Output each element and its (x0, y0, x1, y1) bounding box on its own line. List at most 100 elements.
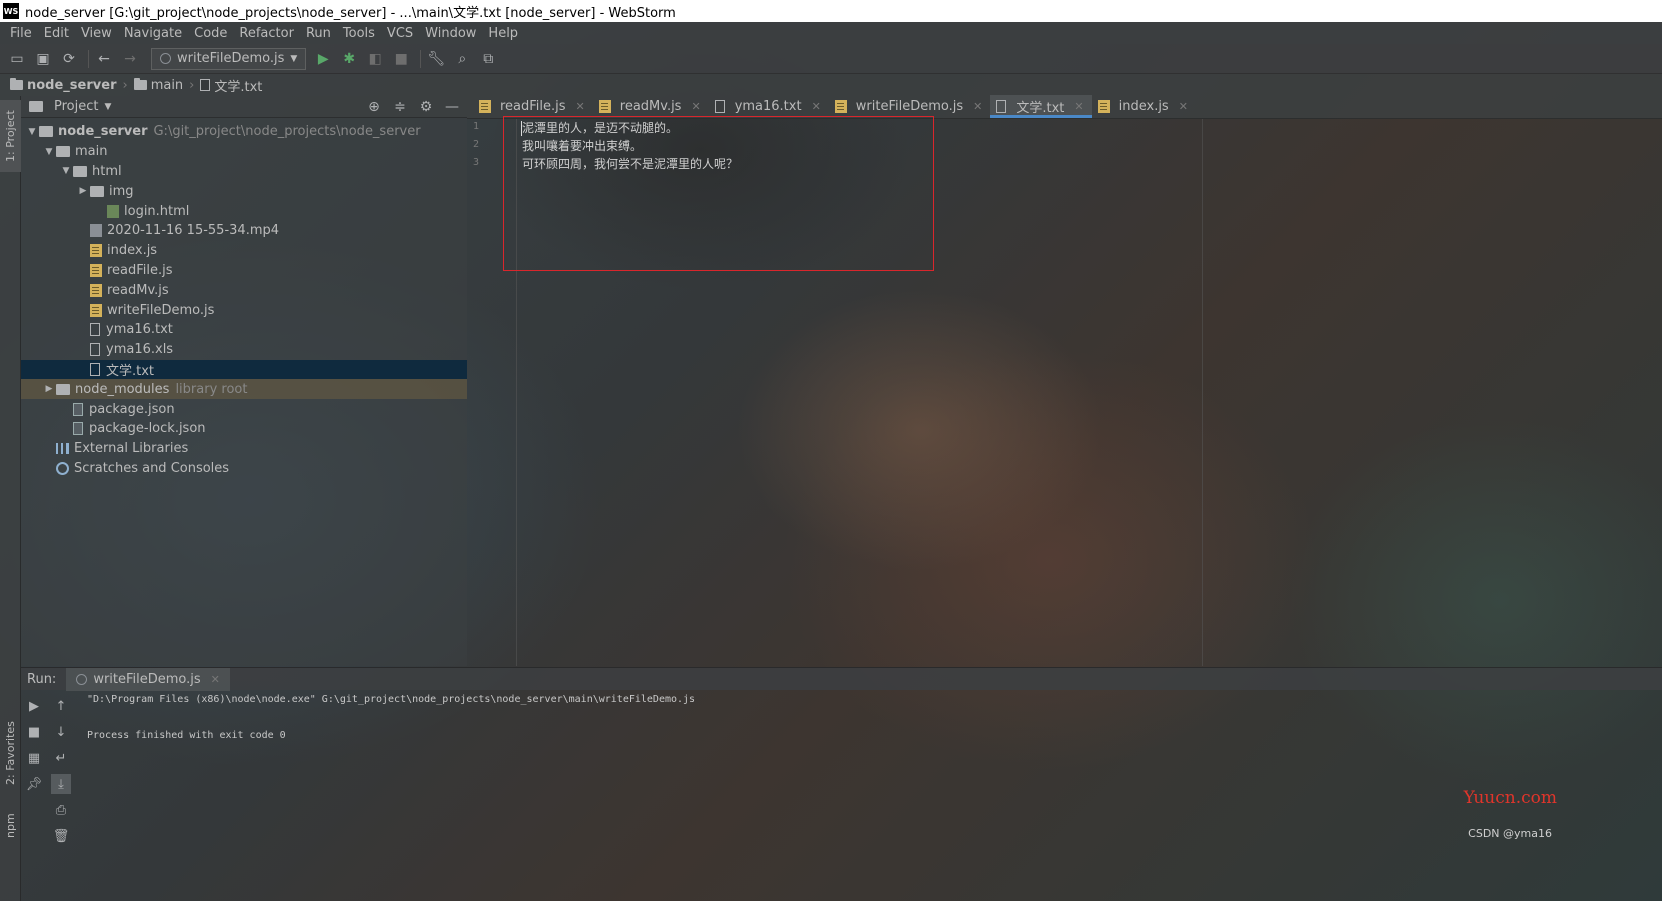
editor-tab[interactable]: yma16.txt ✕ (709, 95, 829, 118)
editor-tab-label: index.js (1118, 99, 1169, 114)
menu-refactor[interactable]: Refactor (233, 26, 300, 41)
menu-view[interactable]: View (75, 26, 118, 41)
json-file-icon (73, 402, 83, 416)
search-icon[interactable]: ⌕ (451, 48, 473, 70)
chevron-down-icon: ▼ (290, 53, 298, 64)
tree-item[interactable]: package.json (21, 399, 467, 419)
collapse-all-icon[interactable]: ≑ (391, 99, 409, 115)
locate-icon[interactable]: ⊕ (365, 99, 383, 115)
tree-item[interactable]: ▼ main (21, 142, 467, 162)
editor-tab[interactable]: 文学.txt ✕ (990, 95, 1092, 118)
run-console-output[interactable]: "D:\Program Files (x86)\node\node.exe" G… (87, 694, 1587, 894)
tool-tab-project[interactable]: 1: Project (0, 100, 21, 172)
breadcrumb-label: node_server (27, 77, 117, 93)
close-icon[interactable]: ✕ (1179, 100, 1188, 113)
menu-vcs[interactable]: VCS (381, 26, 419, 41)
stop-icon[interactable]: ■ (390, 48, 412, 70)
close-icon[interactable]: ✕ (211, 673, 220, 686)
menu-window[interactable]: Window (419, 26, 482, 41)
run-tab[interactable]: writeFileDemo.js ✕ (66, 667, 230, 691)
breadcrumb-file[interactable]: 文学.txt (200, 76, 262, 95)
tree-item-label: Scratches and Consoles (74, 460, 230, 476)
tree-item-label: writeFileDemo.js (107, 302, 215, 318)
tree-item[interactable]: login.html (21, 201, 467, 221)
tool-tab-favorites[interactable]: 2: Favorites (0, 708, 21, 798)
stop-icon[interactable]: ■ (24, 722, 44, 742)
scroll-to-end-icon[interactable]: ⤓ (51, 774, 71, 794)
translate-icon[interactable]: ⧉ (477, 48, 499, 70)
layout-icon[interactable]: ▦ (24, 748, 44, 768)
tree-item[interactable]: readFile.js (21, 261, 467, 281)
coverage-icon[interactable]: ◧ (364, 48, 386, 70)
editor-tab[interactable]: readMv.js ✕ (593, 95, 709, 118)
javascript-file-icon (598, 100, 611, 113)
chevron-down-icon[interactable]: ▼ (59, 166, 73, 176)
menu-code[interactable]: Code (188, 26, 233, 41)
editor-tab-label: 文学.txt (1016, 101, 1065, 116)
trash-icon[interactable]: 🗑︎ (51, 826, 71, 846)
close-icon[interactable]: ✕ (1074, 100, 1083, 113)
menu-help[interactable]: Help (482, 26, 524, 41)
run-icon[interactable]: ▶ (312, 48, 334, 70)
project-view-icon (29, 101, 43, 112)
tree-item-label: 2020-11-16 15-55-34.mp4 (107, 223, 280, 239)
tree-item[interactable]: writeFileDemo.js (21, 300, 467, 320)
chevron-down-icon[interactable]: ▼ (25, 127, 39, 137)
rerun-icon[interactable]: ▶ (24, 696, 44, 716)
debug-icon[interactable]: ✱ (338, 48, 360, 70)
soft-wrap-icon[interactable]: ↵ (51, 748, 71, 768)
tree-item[interactable]: 2020-11-16 15-55-34.mp4 (21, 221, 467, 241)
breadcrumb-label: 文学.txt (214, 79, 263, 95)
tree-item-label: yma16.xls (106, 342, 174, 358)
wrench-icon[interactable]: 🔧︎ (425, 48, 447, 70)
open-icon[interactable]: ▭ (6, 48, 28, 70)
tree-item[interactable]: yma16.xls (21, 340, 467, 360)
close-icon[interactable]: ✕ (576, 100, 585, 113)
scroll-down-icon[interactable]: ↓ (51, 722, 71, 742)
close-icon[interactable]: ✕ (973, 100, 982, 113)
back-icon[interactable]: ← (93, 48, 115, 70)
editor-tab[interactable]: index.js ✕ (1092, 95, 1196, 118)
chevron-down-icon[interactable]: ▼ (42, 147, 56, 157)
tree-item[interactable]: ▶ img (21, 181, 467, 201)
print-icon[interactable]: ⎙ (51, 800, 71, 820)
tree-item[interactable]: readMv.js (21, 280, 467, 300)
tree-item[interactable]: package-lock.json (21, 419, 467, 439)
save-icon[interactable]: ▣ (32, 48, 54, 70)
javascript-file-icon (834, 100, 847, 113)
editor-tab[interactable]: readFile.js ✕ (473, 95, 593, 118)
minimize-icon[interactable]: — (443, 99, 461, 115)
close-icon[interactable]: ✕ (812, 100, 821, 113)
chevron-down-icon[interactable]: ▼ (104, 102, 111, 112)
menu-navigate[interactable]: Navigate (118, 26, 188, 41)
tree-item[interactable]: External Libraries (21, 439, 467, 459)
run-configuration-select[interactable]: writeFileDemo.js ▼ (151, 47, 307, 70)
chevron-right-icon[interactable]: ▶ (76, 186, 90, 196)
forward-icon[interactable]: → (119, 48, 141, 70)
pin-icon[interactable]: 📌︎ (24, 774, 44, 794)
gear-icon[interactable]: ⚙ (417, 99, 435, 115)
editor-tab[interactable]: writeFileDemo.js ✕ (829, 95, 991, 118)
sync-icon[interactable]: ⟳ (58, 48, 80, 70)
tree-item[interactable]: ▼ html (21, 162, 467, 182)
breadcrumb-main[interactable]: main (133, 78, 183, 93)
tree-item[interactable]: Scratches and Consoles (21, 459, 467, 479)
menu-file[interactable]: File (4, 26, 38, 41)
tree-item[interactable]: index.js (21, 241, 467, 261)
breadcrumb-chevron-icon: › (189, 77, 195, 93)
text-file-icon (90, 323, 100, 337)
tree-item[interactable]: ▼ node_server G:\git_project\node_projects… (21, 122, 467, 142)
tree-item[interactable]: ▶ node_modules library root (21, 379, 467, 400)
tool-tab-npm[interactable]: npm (0, 802, 21, 850)
menu-tools[interactable]: Tools (337, 26, 381, 41)
menu-run[interactable]: Run (300, 26, 337, 41)
project-view-select[interactable]: Project (54, 99, 98, 114)
chevron-right-icon[interactable]: ▶ (42, 384, 56, 394)
close-icon[interactable]: ✕ (691, 100, 700, 113)
tree-item-label: node_server (58, 124, 148, 140)
breadcrumb-project[interactable]: node_server (10, 78, 116, 93)
tree-item[interactable]: 文学.txt (21, 359, 467, 380)
tree-item[interactable]: yma16.txt (21, 320, 467, 340)
scroll-up-icon[interactable]: ↑ (51, 696, 71, 716)
menu-edit[interactable]: Edit (38, 26, 75, 41)
